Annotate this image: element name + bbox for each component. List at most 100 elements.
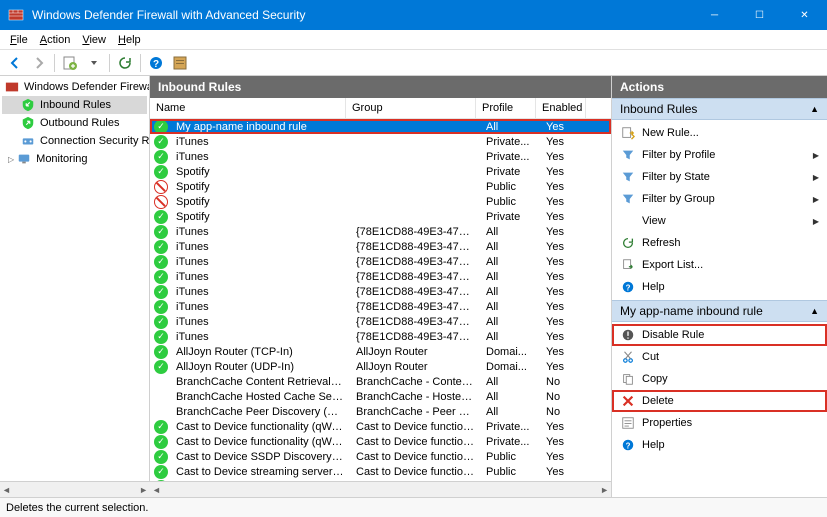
rule-enabled: Yes (540, 436, 590, 448)
action-help[interactable]: ?Help (612, 434, 827, 456)
rule-row[interactable]: ✓iTunes{78E1CD88-49E3-476E-B926-...AllYe… (150, 239, 611, 254)
action-section-rule[interactable]: My app-name inbound rule ▲ (612, 300, 827, 322)
col-enabled[interactable]: Enabled (536, 98, 586, 118)
action-export-list[interactable]: Export List... (612, 254, 827, 276)
rule-profile: All (480, 376, 540, 388)
rule-enabled: Yes (540, 451, 590, 463)
rule-row[interactable]: ✓iTunes{78E1CD88-49E3-476E-B926-...AllYe… (150, 329, 611, 344)
rule-profile: Public (480, 466, 540, 478)
rule-profile: Private (480, 211, 540, 223)
rule-row[interactable]: ✓iTunes{78E1CD88-49E3-476E-B926-...AllYe… (150, 284, 611, 299)
action-new-rule[interactable]: New Rule... (612, 122, 827, 144)
rule-group: {78E1CD88-49E3-476E-B926-... (350, 241, 480, 253)
rule-enabled: Yes (540, 166, 590, 178)
rule-row[interactable]: ✓Cast to Device SSDP Discovery (UDP-In)C… (150, 449, 611, 464)
dropdown-button[interactable] (83, 52, 105, 74)
svg-text:?: ? (626, 442, 631, 451)
allow-icon: ✓ (154, 255, 168, 269)
action-properties[interactable]: Properties (612, 412, 827, 434)
action-copy[interactable]: Copy (612, 368, 827, 390)
action-section-inbound[interactable]: Inbound Rules ▲ (612, 98, 827, 120)
rule-enabled: Yes (540, 331, 590, 343)
action-cut[interactable]: Cut (612, 346, 827, 368)
action-delete[interactable]: Delete (612, 390, 827, 412)
tree-item-connection-security-rules[interactable]: Connection Security Rules (2, 132, 147, 150)
rule-row[interactable]: ✓iTunes{78E1CD88-49E3-476E-B926-...AllYe… (150, 254, 611, 269)
rule-enabled: Yes (540, 421, 590, 433)
rule-row[interactable]: ✓iTunes{78E1CD88-49E3-476E-B926-...AllYe… (150, 224, 611, 239)
rule-row[interactable]: ✓My app-name inbound ruleAllYes (150, 119, 611, 134)
menu-view[interactable]: View (76, 32, 112, 48)
rule-row[interactable]: ✓AllJoyn Router (TCP-In)AllJoyn RouterDo… (150, 344, 611, 359)
rule-row[interactable]: SpotifyPublicYes (150, 194, 611, 209)
rule-row[interactable]: ✓SpotifyPrivateYes (150, 164, 611, 179)
action-disable-rule[interactable]: Disable Rule (612, 324, 827, 346)
minimize-button[interactable]: ─ (692, 0, 737, 30)
tree-item-inbound-rules[interactable]: Inbound Rules (2, 96, 147, 114)
close-button[interactable]: ✕ (782, 0, 827, 30)
action-label: New Rule... (642, 127, 699, 139)
action-help[interactable]: ?Help (612, 276, 827, 298)
tree-panel: Windows Defender Firewall witl Inbound R… (0, 76, 150, 497)
rule-row[interactable]: ✓iTunes{78E1CD88-49E3-476E-B926-...AllYe… (150, 269, 611, 284)
rule-row[interactable]: ✓iTunes{78E1CD88-49E3-476E-B926-...AllYe… (150, 314, 611, 329)
rule-row[interactable]: ✓iTunes{78E1CD88-49E3-476E-B926-...AllYe… (150, 299, 611, 314)
col-profile[interactable]: Profile (476, 98, 536, 118)
tree-root-label: Windows Defender Firewall witl (24, 81, 150, 93)
rule-row[interactable]: BranchCache Content Retrieval (HTTP-In)B… (150, 374, 611, 389)
rule-enabled: Yes (540, 346, 590, 358)
properties-icon (620, 415, 636, 431)
allow-icon: ✓ (154, 450, 168, 464)
action-filter-by-profile[interactable]: Filter by Profile▶ (612, 144, 827, 166)
rule-profile: Private (480, 166, 540, 178)
rule-row[interactable]: ✓Cast to Device functionality (qWave-UDP… (150, 434, 611, 449)
rule-row[interactable]: ✓iTunesPrivate...Yes (150, 149, 611, 164)
tree-item-monitoring[interactable]: Monitoring (2, 150, 147, 168)
action-label: Delete (642, 395, 674, 407)
action-view[interactable]: View▶ (612, 210, 827, 232)
rule-row[interactable]: ✓Cast to Device streaming server (HTTP-S… (150, 464, 611, 479)
action-label: Help (642, 281, 665, 293)
tree-item-label: Inbound Rules (40, 99, 111, 111)
rule-enabled: Yes (540, 361, 590, 373)
rule-row[interactable]: ✓AllJoyn Router (UDP-In)AllJoyn RouterDo… (150, 359, 611, 374)
action-refresh[interactable]: Refresh (612, 232, 827, 254)
rules-hscroll[interactable]: ◄► (150, 481, 611, 497)
rule-row[interactable]: ✓iTunesPrivate...Yes (150, 134, 611, 149)
menu-file[interactable]: File (4, 32, 34, 48)
action-label: View (642, 215, 666, 227)
nav-back-button[interactable] (4, 52, 26, 74)
new-button[interactable] (59, 52, 81, 74)
menu-action[interactable]: Action (34, 32, 77, 48)
rules-list[interactable]: ✓My app-name inbound ruleAllYes✓iTunesPr… (150, 119, 611, 481)
copy-icon (620, 371, 636, 387)
action-label: Refresh (642, 237, 681, 249)
col-name[interactable]: Name (150, 98, 346, 118)
properties-button[interactable] (169, 52, 191, 74)
rule-name: AllJoyn Router (TCP-In) (170, 346, 350, 358)
action-filter-by-group[interactable]: Filter by Group▶ (612, 188, 827, 210)
tree-item-outbound-rules[interactable]: Outbound Rules (2, 114, 147, 132)
rule-group: Cast to Device functionality (350, 466, 480, 478)
rule-name: iTunes (170, 271, 350, 283)
action-label: Disable Rule (642, 329, 704, 341)
nav-forward-button[interactable] (28, 52, 50, 74)
menu-help[interactable]: Help (112, 32, 147, 48)
rule-profile: Domai... (480, 346, 540, 358)
refresh-button[interactable] (114, 52, 136, 74)
col-group[interactable]: Group (346, 98, 476, 118)
rule-enabled: Yes (540, 136, 590, 148)
tree-root[interactable]: Windows Defender Firewall witl (2, 78, 147, 96)
help-button[interactable]: ? (145, 52, 167, 74)
tree-hscroll[interactable]: ◄► (0, 481, 150, 497)
rule-row[interactable]: ✓SpotifyPrivateYes (150, 209, 611, 224)
rule-row[interactable]: ✓Cast to Device functionality (qWave-TCP… (150, 419, 611, 434)
rule-row[interactable]: SpotifyPublicYes (150, 179, 611, 194)
maximize-button[interactable]: ☐ (737, 0, 782, 30)
action-filter-by-state[interactable]: Filter by State▶ (612, 166, 827, 188)
rule-row[interactable]: BranchCache Hosted Cache Server (HTTP-In… (150, 389, 611, 404)
rule-row[interactable]: BranchCache Peer Discovery (WSD-In)Branc… (150, 404, 611, 419)
rule-group: {78E1CD88-49E3-476E-B926-... (350, 286, 480, 298)
rule-profile: All (480, 406, 540, 418)
outbound-icon (20, 115, 36, 131)
